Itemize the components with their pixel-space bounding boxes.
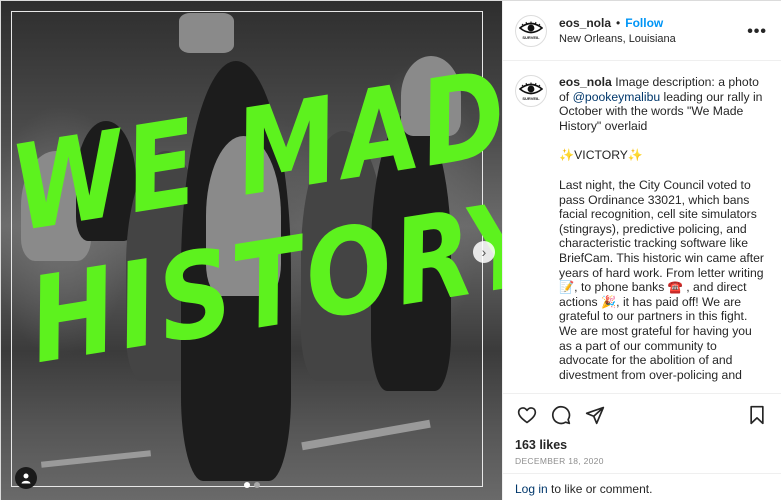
share-icon[interactable] [583, 403, 607, 427]
header-username[interactable]: eos_nola [559, 16, 611, 30]
post-header: SURVEIL eos_nola • Follow New Orleans, L… [503, 1, 781, 61]
caption-text: eos_nola Image description: a photo of @… [559, 75, 767, 393]
post-date[interactable]: DECEMBER 18, 2020 [515, 456, 769, 466]
chevron-right-icon[interactable]: › [473, 241, 495, 263]
avatar[interactable]: SURVEIL [515, 75, 547, 107]
separator-dot: • [616, 16, 621, 30]
more-options-icon[interactable]: ••• [747, 23, 767, 41]
caption-victory: ✨VICTORY✨ [559, 148, 644, 163]
caption-username[interactable]: eos_nola [559, 75, 612, 89]
login-prompt: Log in to like or comment. [503, 473, 781, 500]
likes-count[interactable]: 163 likes [515, 438, 769, 452]
eye-icon [519, 21, 543, 34]
post-photo[interactable]: WE MADE HISTORY › [1, 1, 502, 500]
heart-icon[interactable] [515, 403, 539, 427]
bookmark-icon[interactable] [745, 403, 769, 427]
follow-button[interactable]: Follow [625, 16, 663, 30]
caption-scroll-area[interactable]: SURVEIL eos_nola Image description: a ph… [503, 61, 781, 393]
comment-icon[interactable] [549, 403, 573, 427]
avatar-caption: SURVEIL [522, 95, 540, 101]
carousel-dot [243, 482, 250, 488]
post-actions: 163 likes DECEMBER 18, 2020 [503, 393, 781, 466]
post-location[interactable]: New Orleans, Louisiana [559, 33, 676, 45]
carousel-indicator [1, 482, 502, 488]
caption-body: Last night, the City Council voted to pa… [559, 177, 764, 382]
carousel-dot [253, 482, 260, 488]
mention-link[interactable]: @pookeymalibu [573, 90, 661, 104]
photo-inner-border [11, 11, 483, 487]
post-side-panel: SURVEIL eos_nola • Follow New Orleans, L… [502, 1, 781, 500]
post-modal: WE MADE HISTORY › SURVEIL eos_nola • Fol… [0, 0, 781, 500]
avatar-caption: SURVEIL [522, 35, 540, 40]
eye-icon [519, 82, 543, 94]
login-link[interactable]: Log in [515, 482, 548, 496]
login-rest: to like or comment. [547, 482, 653, 496]
avatar[interactable]: SURVEIL [515, 14, 547, 47]
